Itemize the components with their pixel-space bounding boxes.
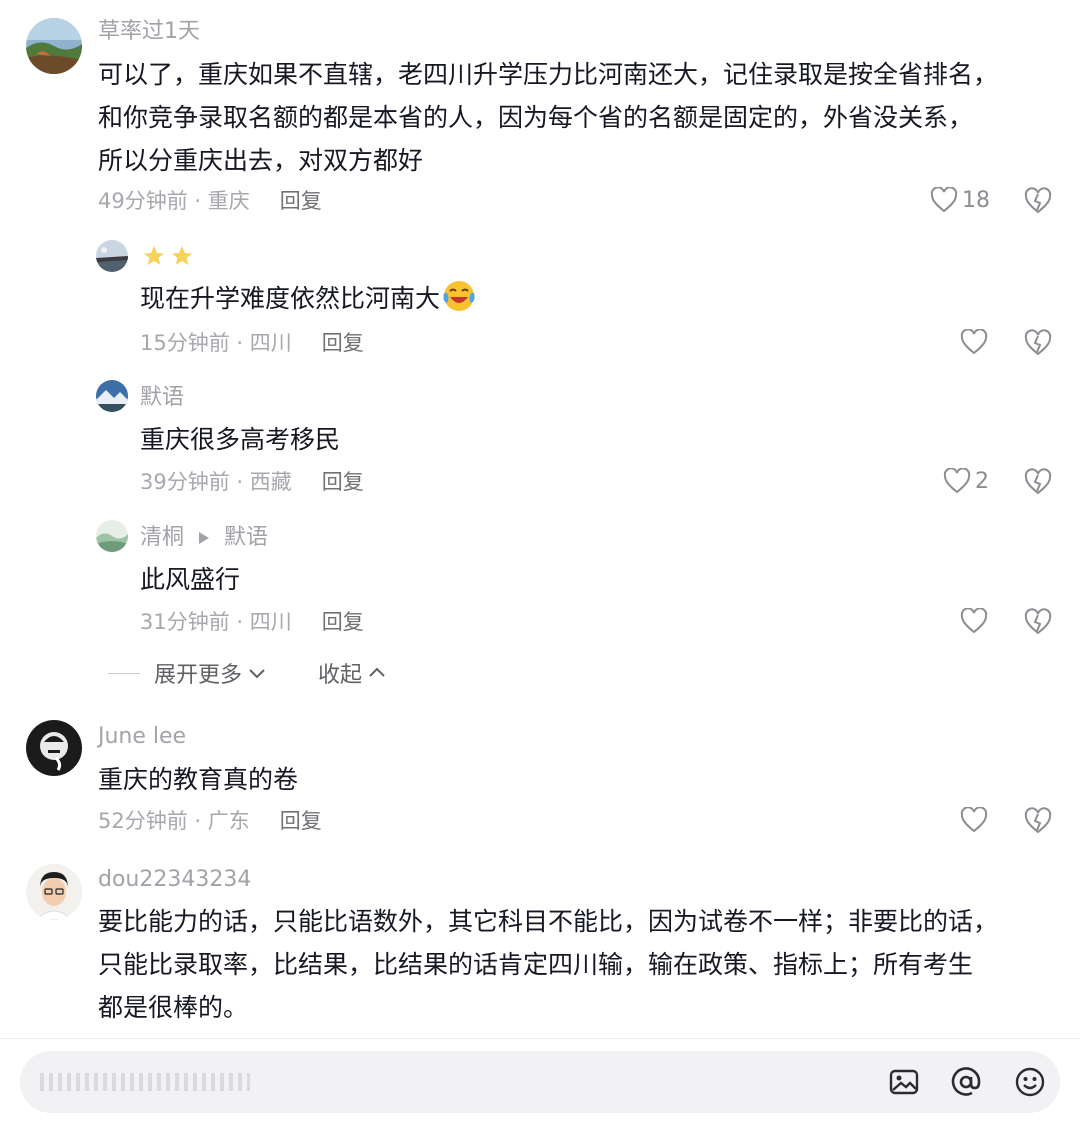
username[interactable]: 草率过1天 [98,18,200,46]
dislike-icon[interactable] [1024,807,1052,835]
avatar[interactable] [96,520,128,552]
username[interactable]: 默语 [140,384,184,412]
thread-controls: 展开更多 收起 [108,657,386,689]
username: 清桐 默语 [140,524,268,552]
avatar-image [26,864,82,920]
like-button[interactable]: 18 [930,187,990,213]
comment-input[interactable] [20,1051,1060,1113]
collapse-button[interactable]: 收起 [318,657,386,689]
reply-item: 清桐 默语 此风盛行 31分钟前 · 四川 回复 [0,510,1080,650]
at-icon[interactable] [950,1066,982,1098]
dislike-icon[interactable] [1024,468,1052,496]
reply-button[interactable]: 回复 [322,331,364,355]
collapse-label: 收起 [318,663,363,688]
avatar[interactable] [26,720,82,776]
like-button[interactable] [960,608,988,634]
comment-input-bar [0,1038,1080,1127]
image-icon[interactable] [888,1066,920,1098]
comment-item: dou22343234 要比能力的话，只能比语数外，其它科目不能比，因为试卷不一… [0,860,1080,1040]
avatar[interactable] [26,18,82,74]
avatar-image [26,720,82,776]
comment-line: 此风盛行 [140,565,241,594]
like-count: 18 [962,187,990,213]
avatar-image [96,240,128,272]
crying-laughing-emoji-icon [443,281,475,311]
avatar[interactable] [26,864,82,920]
dislike-icon[interactable] [1024,608,1052,636]
comment-meta: 39分钟前 · 西藏 回复 [140,468,364,496]
dislike-icon[interactable] [1024,187,1052,215]
comment-line: 和你竞争录取名额的都是本省的人，因为每个省的名额是固定的，外省没关系， [98,103,974,132]
play-triangle-icon [199,532,210,544]
expand-more-button[interactable]: 展开更多 [154,657,266,689]
heart-icon [943,468,971,494]
comment-text: 重庆的教育真的卷 [98,758,298,801]
comment-time-location: 49分钟前 · 重庆 [98,189,250,213]
heart-icon [960,608,988,634]
reply-button[interactable]: 回复 [280,809,322,833]
comment-line: 所以分重庆出去，对双方都好 [98,146,424,175]
like-button[interactable]: 2 [943,468,989,494]
comment-item: June lee 重庆的教育真的卷 52分钟前 · 广东 回复 [0,710,1080,860]
comment-time-location: 15分钟前 · 四川 [140,331,292,355]
comment-item: 草率过1天 可以了，重庆如果不直辖，老四川升学压力比河南还大，记住录取是按全省排… [0,0,1080,230]
comment-time-location: 31分钟前 · 四川 [140,610,292,634]
reply-item: 默语 重庆很多高考移民 39分钟前 · 西藏 回复 2 [0,370,1080,510]
avatar[interactable] [96,380,128,412]
username[interactable]: dou22343234 [98,866,251,894]
comment-line: 现在升学难度依然比河南大 [140,284,441,313]
comment-meta: 52分钟前 · 广东 回复 [98,807,322,835]
input-placeholder-blurred [40,1073,250,1091]
like-button[interactable] [960,329,988,355]
chevron-up-icon [369,667,385,677]
comment-line: 重庆很多高考移民 [140,425,341,454]
like-count: 2 [975,468,989,494]
comment-line: 只能比录取率，比结果，比结果的话肯定四川输，输在政策、指标上；所有考生 [98,950,974,979]
user-badge [142,244,194,268]
avatar-image [96,520,128,552]
comment-meta: 15分钟前 · 四川 回复 [140,329,364,357]
comment-meta: 31分钟前 · 四川 回复 [140,608,364,636]
comment-text: 要比能力的话，只能比语数外，其它科目不能比，因为试卷不一样；非要比的话， 只能比… [98,900,998,1029]
username[interactable]: June lee [98,723,186,751]
avatar[interactable] [96,240,128,272]
reply-to-username[interactable]: 默语 [224,525,268,550]
dislike-icon[interactable] [1024,329,1052,357]
comment-meta: 49分钟前 · 重庆 回复 [98,187,322,215]
star-icon [172,246,192,265]
comment-line: 可以了，重庆如果不直辖，老四川升学压力比河南还大，记住录取是按全省排名， [98,60,999,89]
comment-line: 要比能力的话，只能比语数外，其它科目不能比，因为试卷不一样；非要比的话， [98,907,999,936]
star-icon [144,246,164,265]
comment-time-location: 52分钟前 · 广东 [98,809,250,833]
expand-more-label: 展开更多 [154,663,243,688]
comment-text: 此风盛行 [140,558,240,601]
avatar-image [96,380,128,412]
comment-text: 重庆很多高考移民 [140,418,340,461]
comment-line: 重庆的教育真的卷 [98,765,299,794]
heart-icon [960,329,988,355]
reply-button[interactable]: 回复 [322,470,364,494]
reply-button[interactable]: 回复 [280,189,322,213]
comment-text: 现在升学难度依然比河南大 [140,277,476,320]
reply-button[interactable]: 回复 [322,610,364,634]
heart-icon [930,187,958,213]
heart-icon [960,807,988,833]
avatar-image [26,18,82,74]
username-link[interactable]: 清桐 [140,525,184,550]
emoji-icon[interactable] [1014,1066,1046,1098]
comment-time-location: 39分钟前 · 西藏 [140,470,292,494]
comment-text: 可以了，重庆如果不直辖，老四川升学压力比河南还大，记住录取是按全省排名， 和你竞… [98,53,998,182]
reply-item: 现在升学难度依然比河南大 15分钟前 · 四川 回复 [0,230,1080,370]
like-button[interactable] [960,807,988,833]
chevron-down-icon [249,669,265,679]
divider [108,672,140,674]
comment-line: 都是很棒的。 [98,993,249,1022]
